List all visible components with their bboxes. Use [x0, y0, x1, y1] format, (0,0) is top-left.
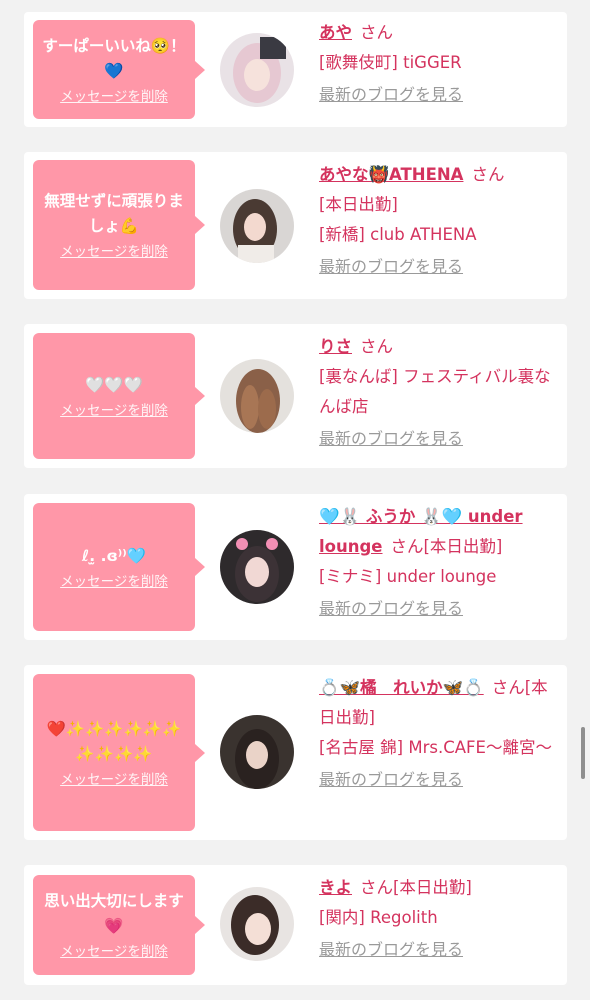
name-line: りさ さん	[319, 332, 555, 362]
avatar[interactable]	[220, 887, 294, 961]
message-card: 思い出大切にします💗 メッセージを削除 きよ さん[本日出勤] [関内] Rego…	[24, 865, 567, 985]
name-line: あやな👹ATHENA さん	[319, 160, 555, 190]
status-text: [本日出勤]	[319, 195, 398, 214]
avatar[interactable]	[220, 33, 294, 107]
message-bubble: ℓ.̫ .ɞ⁾⁾🩵 メッセージを削除	[33, 503, 205, 631]
message-bubble: 🤍🤍🤍 メッセージを削除	[33, 333, 205, 459]
scrollbar[interactable]	[581, 727, 585, 779]
honorific: さん	[360, 23, 393, 42]
delete-message-link[interactable]: メッセージを削除	[60, 243, 168, 261]
avatar-photo	[220, 33, 294, 107]
honorific: さん	[491, 678, 525, 697]
avatar-photo	[220, 359, 294, 433]
honorific: さん	[360, 878, 393, 897]
latest-blog-link[interactable]: 最新のブログを見る	[319, 84, 555, 106]
latest-blog-link[interactable]: 最新のブログを見る	[319, 769, 555, 791]
shop-text: [関内] Regolith	[319, 908, 438, 927]
avatar[interactable]	[220, 715, 294, 789]
shop-text: [名古屋 錦] Mrs.CAFE〜離宮〜	[319, 738, 552, 757]
message-text: すーぱーいいね🥺！💙	[42, 36, 186, 80]
delete-message-link[interactable]: メッセージを削除	[60, 573, 168, 591]
delete-message-link[interactable]: メッセージを削除	[60, 402, 168, 420]
message-card: すーぱーいいね🥺！💙 メッセージを削除 あや さん [歌舞伎町] tiGGER 最…	[24, 12, 567, 127]
cast-info: りさ さん [裏なんば] フェスティバル裏なんば店 最新のブログを見る	[319, 332, 555, 450]
message-card: 🤍🤍🤍 メッセージを削除 りさ さん [裏なんば] フェスティバル裏なんば店 最新…	[24, 324, 567, 468]
avatar-photo	[220, 715, 294, 789]
message-bubble: 無理せずに頑張りましょ💪 メッセージを削除	[33, 160, 205, 290]
message-bubble: ❤️✨✨✨✨✨✨✨✨✨✨ メッセージを削除	[33, 674, 205, 831]
cast-name-link[interactable]: きよ	[319, 878, 352, 897]
shop-text: [新橋] club ATHENA	[319, 225, 477, 244]
name-line: 💍🦋橘 れいか🦋💍 さん[本日出勤]	[319, 673, 555, 733]
name-line: あや さん	[319, 18, 555, 48]
avatar-photo	[220, 189, 294, 263]
status-text: [本日出勤]	[393, 878, 472, 897]
status-text: [本日出勤]	[423, 537, 503, 556]
avatar[interactable]	[220, 359, 294, 433]
cast-info: 🩵🐰 ふうか 🐰🩵 under lounge さん[本日出勤] [ミナミ] und…	[319, 502, 555, 620]
latest-blog-link[interactable]: 最新のブログを見る	[319, 428, 555, 450]
latest-blog-link[interactable]: 最新のブログを見る	[319, 939, 555, 961]
shop-text: [ミナミ] under lounge	[319, 567, 497, 586]
delete-message-link[interactable]: メッセージを削除	[60, 943, 168, 961]
message-text: 🤍🤍🤍	[85, 375, 143, 394]
message-text: ❤️✨✨✨✨✨✨✨✨✨✨	[46, 719, 182, 763]
cast-info: きよ さん[本日出勤] [関内] Regolith 最新のブログを見る	[319, 873, 555, 961]
cast-info: あや さん [歌舞伎町] tiGGER 最新のブログを見る	[319, 18, 555, 106]
cast-info: 💍🦋橘 れいか🦋💍 さん[本日出勤] [名古屋 錦] Mrs.CAFE〜離宮〜 最…	[319, 673, 555, 791]
cast-info: あやな👹ATHENA さん [本日出勤] [新橋] club ATHENA 最新の…	[319, 160, 555, 278]
delete-message-link[interactable]: メッセージを削除	[60, 771, 168, 789]
cast-name-link[interactable]: あや	[319, 23, 352, 42]
shop-text: [歌舞伎町] tiGGER	[319, 53, 462, 72]
message-bubble: すーぱーいいね🥺！💙 メッセージを削除	[33, 20, 205, 119]
message-card: ℓ.̫ .ɞ⁾⁾🩵 メッセージを削除 🩵🐰 ふうか 🐰🩵 under loung…	[24, 494, 567, 640]
message-text: 無理せずに頑張りましょ💪	[44, 192, 184, 235]
shop-text: [裏なんば] フェスティバル裏なんば店	[319, 367, 551, 416]
message-text: ℓ.̫ .ɞ⁾⁾🩵	[81, 546, 147, 565]
latest-blog-link[interactable]: 最新のブログを見る	[319, 256, 555, 278]
delete-message-link[interactable]: メッセージを削除	[60, 88, 168, 106]
message-text: 思い出大切にします💗	[44, 892, 184, 935]
avatar-photo	[220, 530, 294, 604]
latest-blog-link[interactable]: 最新のブログを見る	[319, 598, 555, 620]
cast-name-link[interactable]: 💍🦋橘 れいか🦋💍	[319, 678, 484, 697]
honorific: さん	[390, 537, 424, 556]
name-line: きよ さん[本日出勤]	[319, 873, 555, 903]
message-card: ❤️✨✨✨✨✨✨✨✨✨✨ メッセージを削除 💍🦋橘 れいか🦋💍 さん[本日出勤] …	[24, 665, 567, 840]
message-bubble: 思い出大切にします💗 メッセージを削除	[33, 875, 205, 975]
cast-name-link[interactable]: りさ	[319, 337, 352, 356]
avatar[interactable]	[220, 189, 294, 263]
cast-name-link[interactable]: あやな👹ATHENA	[319, 165, 463, 184]
avatar-photo	[220, 887, 294, 961]
name-line: 🩵🐰 ふうか 🐰🩵 under lounge さん[本日出勤]	[319, 502, 555, 562]
avatar[interactable]	[220, 530, 294, 604]
message-card: 無理せずに頑張りましょ💪 メッセージを削除 あやな👹ATHENA さん [本日出勤…	[24, 152, 567, 299]
honorific: さん	[360, 337, 393, 356]
honorific: さん	[471, 165, 505, 184]
